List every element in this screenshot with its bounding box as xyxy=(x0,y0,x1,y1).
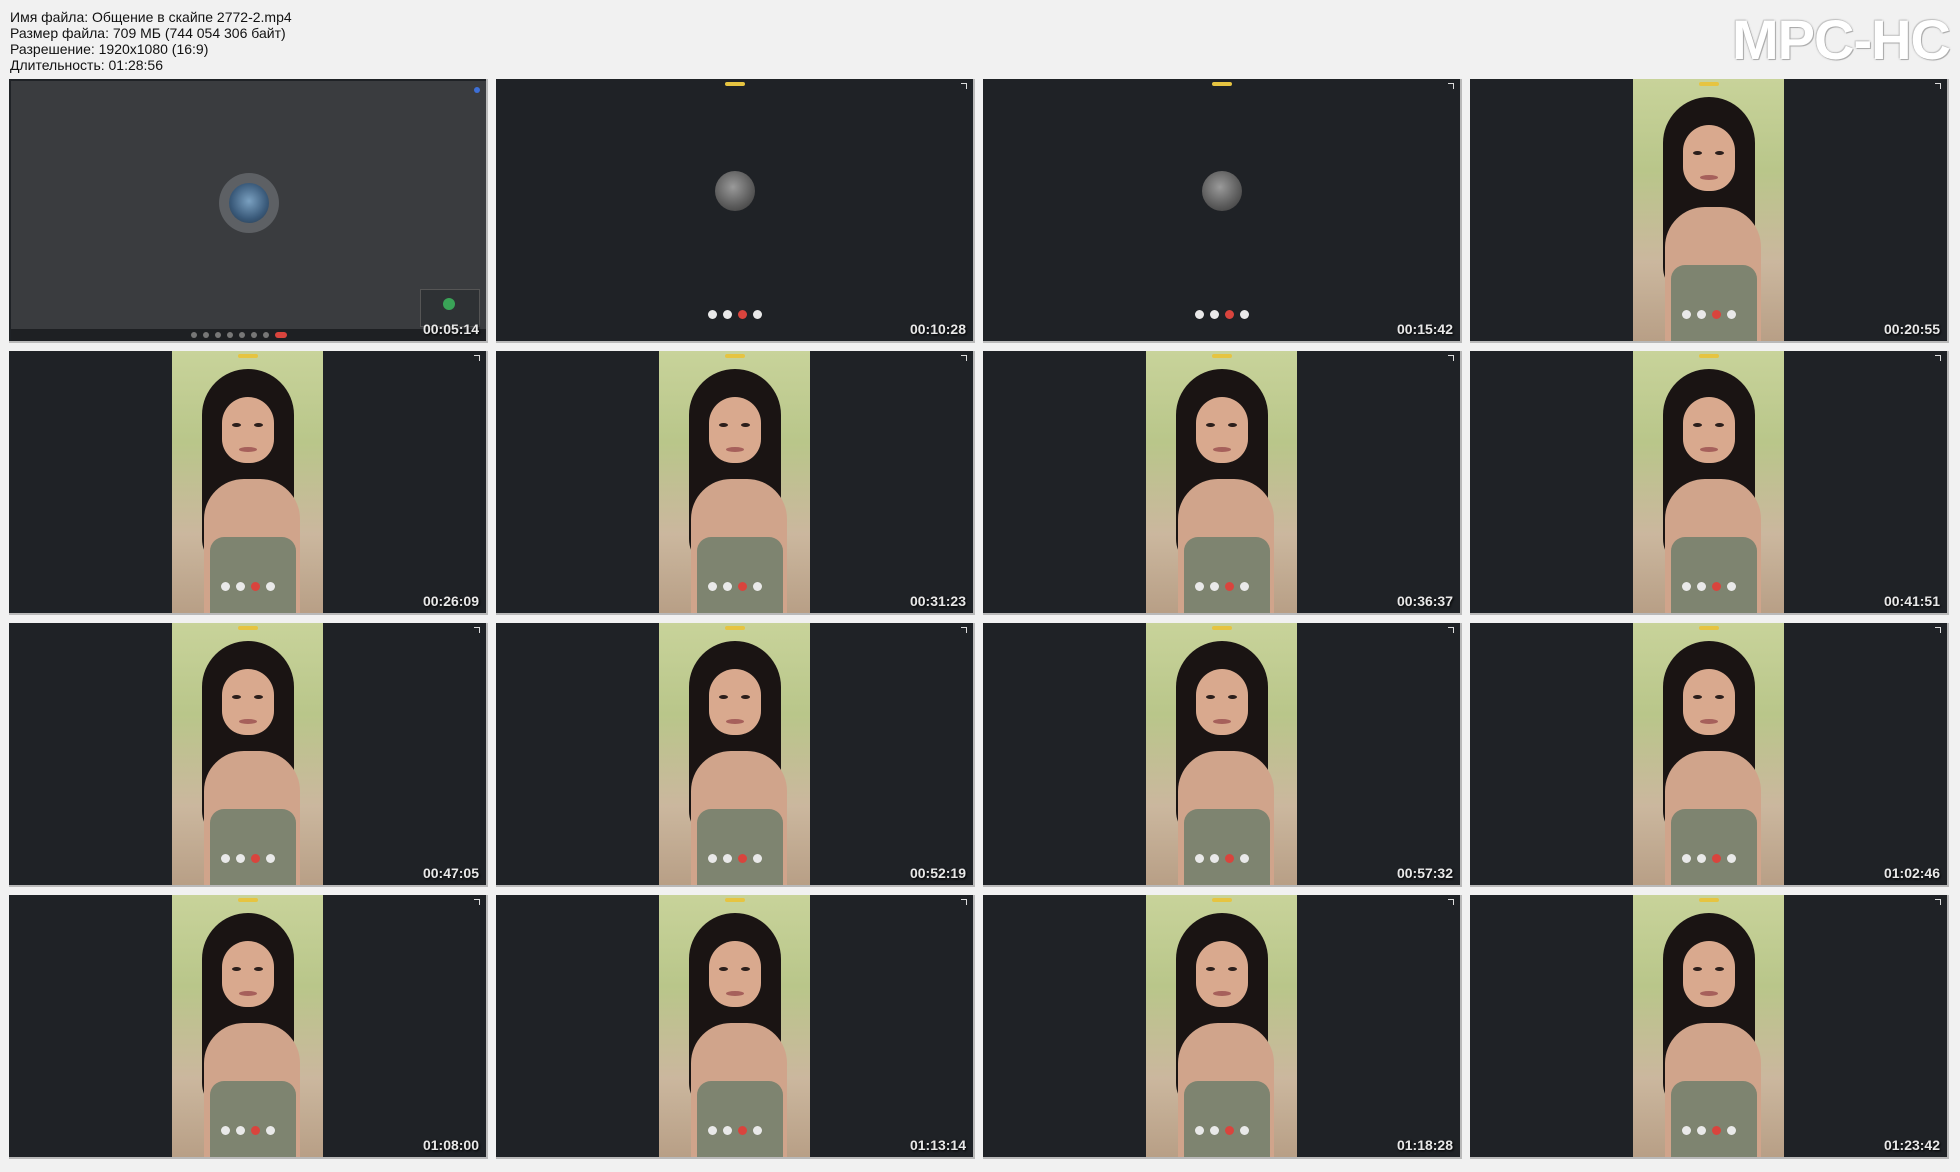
expand-icon xyxy=(474,627,480,633)
video-frame xyxy=(1633,351,1784,613)
video-frame xyxy=(172,623,323,885)
timestamp: 00:31:23 xyxy=(909,593,966,609)
file-size: Размер файла: 709 МБ (744 054 306 байт) xyxy=(10,25,286,41)
timestamp: 00:20:55 xyxy=(1883,321,1940,337)
timestamp: 01:02:46 xyxy=(1883,865,1940,881)
thumbnail[interactable]: 00:15:42 xyxy=(983,79,1462,343)
video-frame xyxy=(172,895,323,1157)
video-frame xyxy=(1633,895,1784,1157)
timestamp: 01:08:00 xyxy=(422,1137,479,1153)
thumbnail[interactable]: 00:52:19 xyxy=(496,623,975,887)
video-frame xyxy=(1146,351,1297,613)
timestamp: 00:26:09 xyxy=(422,593,479,609)
thumbnail[interactable]: 00:20:55 xyxy=(1470,79,1949,343)
thumbnail[interactable]: 00:36:37 xyxy=(983,351,1462,615)
thumbnail[interactable]: 00:47:05 xyxy=(9,623,488,887)
caller-avatar xyxy=(714,171,755,211)
expand-icon xyxy=(474,355,480,361)
thumbnail[interactable]: 01:23:42 xyxy=(1470,895,1949,1159)
caller-avatar xyxy=(1201,171,1242,211)
thumbnail[interactable]: 00:57:32 xyxy=(983,623,1462,887)
status-indicator xyxy=(1211,82,1232,86)
mpc-hc-logo: MPC-HC xyxy=(1732,8,1951,71)
file-resolution: Разрешение: 1920x1080 (16:9) xyxy=(10,41,209,57)
expand-icon xyxy=(961,83,967,89)
call-control-bar xyxy=(1194,310,1249,319)
video-frame xyxy=(659,623,810,885)
thumbnail[interactable]: 00:26:09 xyxy=(9,351,488,615)
expand-icon xyxy=(1448,355,1454,361)
timestamp: 01:18:28 xyxy=(1396,1137,1453,1153)
timestamp: 01:13:14 xyxy=(909,1137,966,1153)
expand-icon xyxy=(474,899,480,905)
thumbnail[interactable]: 00:31:23 xyxy=(496,351,975,615)
call-control-bar xyxy=(11,329,486,341)
expand-icon xyxy=(961,899,967,905)
thumbnail[interactable]: 01:08:00 xyxy=(9,895,488,1159)
timestamp: 00:10:28 xyxy=(909,321,966,337)
video-frame xyxy=(1146,895,1297,1157)
video-frame xyxy=(1146,623,1297,885)
thumbnail-grid: 00:05:14 00:10:28 00:15:42 00:20:55 00:2… xyxy=(9,79,1951,1159)
gear-icon xyxy=(474,87,480,93)
video-frame xyxy=(1633,623,1784,885)
timestamp: 00:47:05 xyxy=(422,865,479,881)
expand-icon xyxy=(1935,899,1941,905)
video-frame xyxy=(659,895,810,1157)
expand-icon xyxy=(961,355,967,361)
expand-icon xyxy=(1448,83,1454,89)
thumbnail[interactable]: 00:05:14 xyxy=(9,79,488,343)
contact-avatar xyxy=(219,173,279,233)
expand-icon xyxy=(961,627,967,633)
timestamp: 00:36:37 xyxy=(1396,593,1453,609)
video-frame xyxy=(172,351,323,613)
thumbnail[interactable]: 01:18:28 xyxy=(983,895,1462,1159)
file-info: Имя файла: Общение в скайпе 2772-2.mp4 Р… xyxy=(10,9,292,73)
timestamp: 00:57:32 xyxy=(1396,865,1453,881)
expand-icon xyxy=(1935,83,1941,89)
timestamp: 00:15:42 xyxy=(1396,321,1453,337)
expand-icon xyxy=(1935,355,1941,361)
expand-icon xyxy=(1448,627,1454,633)
thumbnail[interactable]: 00:41:51 xyxy=(1470,351,1949,615)
timestamp: 00:41:51 xyxy=(1883,593,1940,609)
expand-icon xyxy=(1935,627,1941,633)
timestamp: 01:23:42 xyxy=(1883,1137,1940,1153)
timestamp: 00:52:19 xyxy=(909,865,966,881)
video-frame xyxy=(1633,79,1784,341)
file-duration: Длительность: 01:28:56 xyxy=(10,57,164,73)
thumbnail[interactable]: 00:10:28 xyxy=(496,79,975,343)
timestamp: 00:05:14 xyxy=(422,321,479,337)
status-indicator xyxy=(724,82,745,86)
call-control-bar xyxy=(707,310,762,319)
thumbnail[interactable]: 01:13:14 xyxy=(496,895,975,1159)
expand-icon xyxy=(1448,899,1454,905)
video-frame xyxy=(659,351,810,613)
skype-desktop-frame xyxy=(11,81,486,341)
file-name: Имя файла: Общение в скайпе 2772-2.mp4 xyxy=(10,9,292,25)
thumbnail[interactable]: 01:02:46 xyxy=(1470,623,1949,887)
